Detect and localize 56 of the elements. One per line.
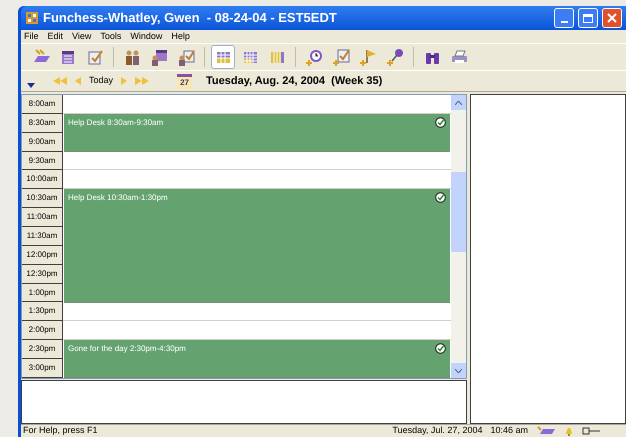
status-text: For Help, press F1 bbox=[23, 424, 99, 437]
menu-item[interactable]: Edit bbox=[48, 30, 64, 44]
sync-icon bbox=[536, 426, 556, 436]
close-icon bbox=[607, 13, 617, 23]
time-slot-label: 8:30am bbox=[22, 114, 63, 133]
dropdown-arrow-icon[interactable] bbox=[27, 82, 35, 88]
bell-icon bbox=[564, 426, 574, 436]
chevron-up-icon bbox=[455, 100, 462, 104]
appointment-title: Help Desk 10:30am-1:30pm bbox=[68, 192, 168, 204]
menu-item[interactable]: Help bbox=[171, 30, 190, 44]
menu-item[interactable]: File bbox=[24, 30, 39, 44]
group-checklist-icon bbox=[176, 48, 196, 66]
menu-item[interactable]: View bbox=[72, 30, 92, 44]
time-slot-label: 11:00am bbox=[22, 208, 63, 228]
time-slot-label: 8:00am bbox=[22, 95, 63, 114]
maximize-button[interactable] bbox=[578, 8, 598, 28]
today-button[interactable]: Today bbox=[89, 74, 114, 88]
chevron-down-icon bbox=[455, 368, 462, 372]
scroll-up-button[interactable] bbox=[451, 95, 466, 110]
status-time: 10:46 am bbox=[490, 424, 528, 437]
calendar-date-button[interactable]: 27 bbox=[177, 74, 192, 88]
time-slot-label: 12:30pm bbox=[22, 264, 63, 284]
app-icon bbox=[25, 11, 39, 25]
time-slot-label: 2:00pm bbox=[22, 321, 63, 340]
maximize-icon bbox=[583, 14, 593, 22]
time-slot-label: 9:30am bbox=[22, 152, 63, 170]
toolbar-button[interactable] bbox=[211, 45, 235, 69]
add-clock-icon bbox=[304, 48, 324, 66]
scroll-down-button[interactable] bbox=[451, 363, 466, 378]
scroll-thumb[interactable] bbox=[451, 172, 466, 252]
time-slot-label: 9:00am bbox=[22, 132, 63, 152]
plug-icon bbox=[582, 426, 602, 436]
menu-item[interactable]: Tools bbox=[100, 30, 122, 44]
minimize-button[interactable] bbox=[554, 8, 574, 28]
window-title: Funchess-Whatley, Gwen - 08-24-04 - EST5EDT bbox=[43, 9, 338, 28]
status-date: Tuesday, Jul. 27, 2004 bbox=[392, 424, 482, 437]
add-flag-icon bbox=[358, 48, 378, 66]
scrollbar[interactable] bbox=[451, 95, 466, 378]
time-slot-label: 12:00pm bbox=[22, 246, 63, 265]
add-pin-icon bbox=[386, 48, 404, 66]
checklist-icon bbox=[86, 48, 104, 66]
appointment-title: Help Desk 8:30am-9:30am bbox=[68, 116, 164, 129]
time-slot-label: 10:30am bbox=[22, 189, 63, 208]
appointment-title: Gone for the day 2:30pm-4:30pm bbox=[68, 343, 186, 356]
time-slot-label: 1:00pm bbox=[22, 284, 63, 302]
add-checklist-icon bbox=[332, 48, 350, 66]
time-slot-label: 10:00am bbox=[22, 170, 63, 190]
current-date: Tuesday, Aug. 24, 2004 (Week 35) bbox=[206, 74, 382, 89]
menu-item[interactable]: Window bbox=[130, 30, 162, 44]
group-calendar-icon bbox=[150, 48, 168, 66]
time-slot-label: 11:30am bbox=[22, 227, 63, 246]
minimize-icon bbox=[560, 21, 568, 23]
time-slot-label: 3:00pm bbox=[22, 359, 63, 378]
time-slot-label: 1:30pm bbox=[22, 302, 63, 322]
close-button[interactable] bbox=[602, 8, 622, 28]
time-slot-label: 2:30pm bbox=[22, 340, 63, 360]
